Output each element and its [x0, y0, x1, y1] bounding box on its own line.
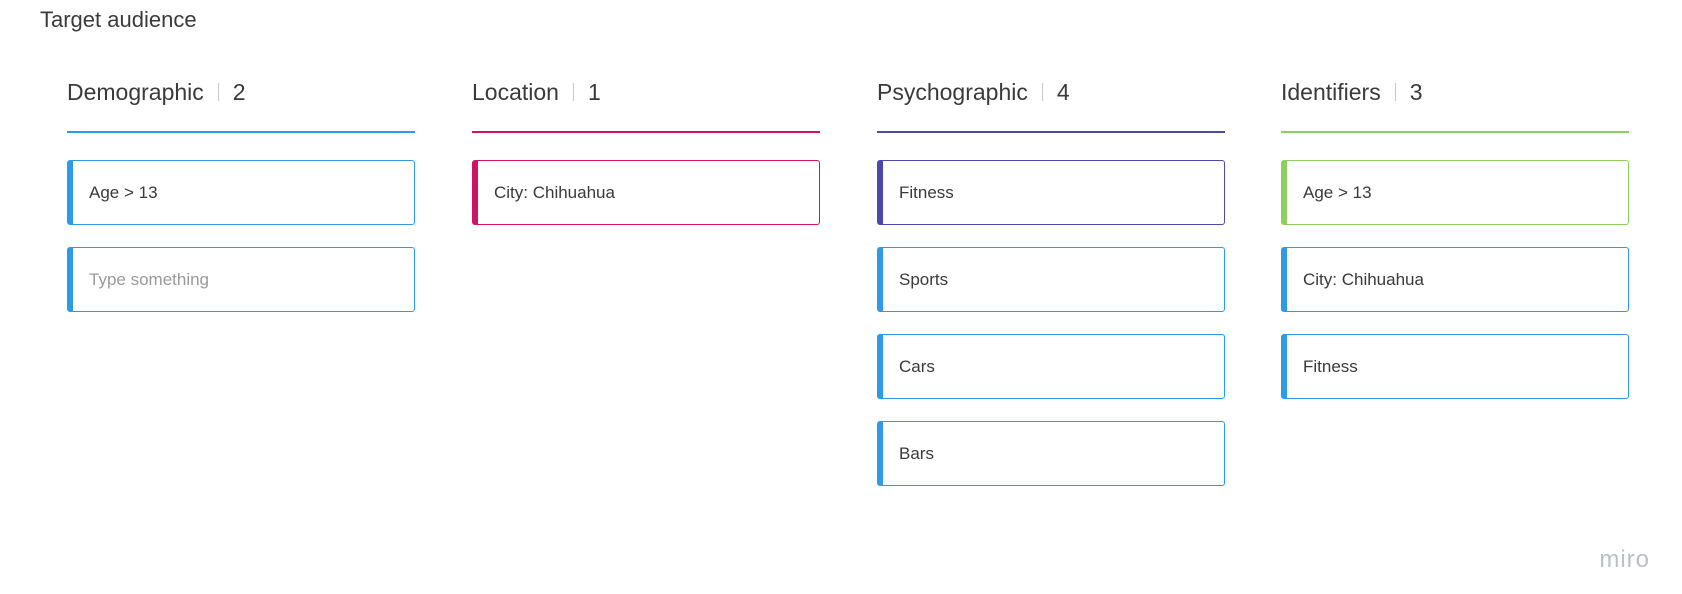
column-title: Demographic: [67, 78, 204, 105]
column-underline: [472, 131, 820, 133]
column-count: 4: [1056, 78, 1070, 105]
column-header[interactable]: Psychographic 4: [877, 76, 1225, 108]
card-text: City: Chihuahua: [1303, 269, 1424, 289]
card-text: Age > 13: [89, 182, 158, 202]
column-location: Location 1 City: Chihuahua: [472, 76, 820, 247]
card-placeholder-text: Type something: [89, 269, 210, 289]
card-text: Cars: [899, 356, 935, 376]
card-text: Bars: [899, 443, 934, 463]
column-title: Psychographic: [877, 78, 1028, 105]
column-count: 3: [1409, 78, 1423, 105]
sticky-card[interactable]: Age > 13: [1281, 160, 1629, 225]
card-text: Sports: [899, 269, 949, 289]
card-text: Fitness: [1303, 356, 1358, 376]
column-psychographic: Psychographic 4 Fitness Sports Cars Bars: [877, 76, 1225, 508]
sticky-card[interactable]: Sports: [877, 247, 1225, 312]
header-divider: [217, 83, 219, 101]
sticky-card[interactable]: Fitness: [877, 160, 1225, 225]
header-divider: [1041, 83, 1043, 101]
card-text: City: Chihuahua: [494, 182, 615, 202]
column-underline: [67, 131, 415, 133]
column-count: 2: [232, 78, 246, 105]
card-text: Fitness: [899, 182, 954, 202]
sticky-card-placeholder[interactable]: Type something: [67, 247, 415, 312]
sticky-card[interactable]: Age > 13: [67, 160, 415, 225]
column-count: 1: [587, 78, 601, 105]
column-identifiers: Identifiers 3 Age > 13 City: Chihuahua F…: [1281, 76, 1629, 421]
column-underline: [1281, 131, 1629, 133]
column-header[interactable]: Identifiers 3: [1281, 76, 1629, 108]
column-header[interactable]: Demographic 2: [67, 76, 415, 108]
column-title: Identifiers: [1281, 78, 1381, 105]
card-text: Age > 13: [1303, 182, 1372, 202]
board-title: Target audience: [40, 7, 197, 32]
miro-logo: miro: [1599, 546, 1650, 573]
header-divider: [572, 83, 574, 101]
column-demographic: Demographic 2 Age > 13 Type something: [67, 76, 415, 334]
header-divider: [1394, 83, 1396, 101]
sticky-card[interactable]: City: Chihuahua: [472, 160, 820, 225]
column-title: Location: [472, 78, 559, 105]
column-underline: [877, 131, 1225, 133]
column-header[interactable]: Location 1: [472, 76, 820, 108]
sticky-card[interactable]: Fitness: [1281, 334, 1629, 399]
sticky-card[interactable]: City: Chihuahua: [1281, 247, 1629, 312]
sticky-card[interactable]: Cars: [877, 334, 1225, 399]
sticky-card[interactable]: Bars: [877, 421, 1225, 486]
